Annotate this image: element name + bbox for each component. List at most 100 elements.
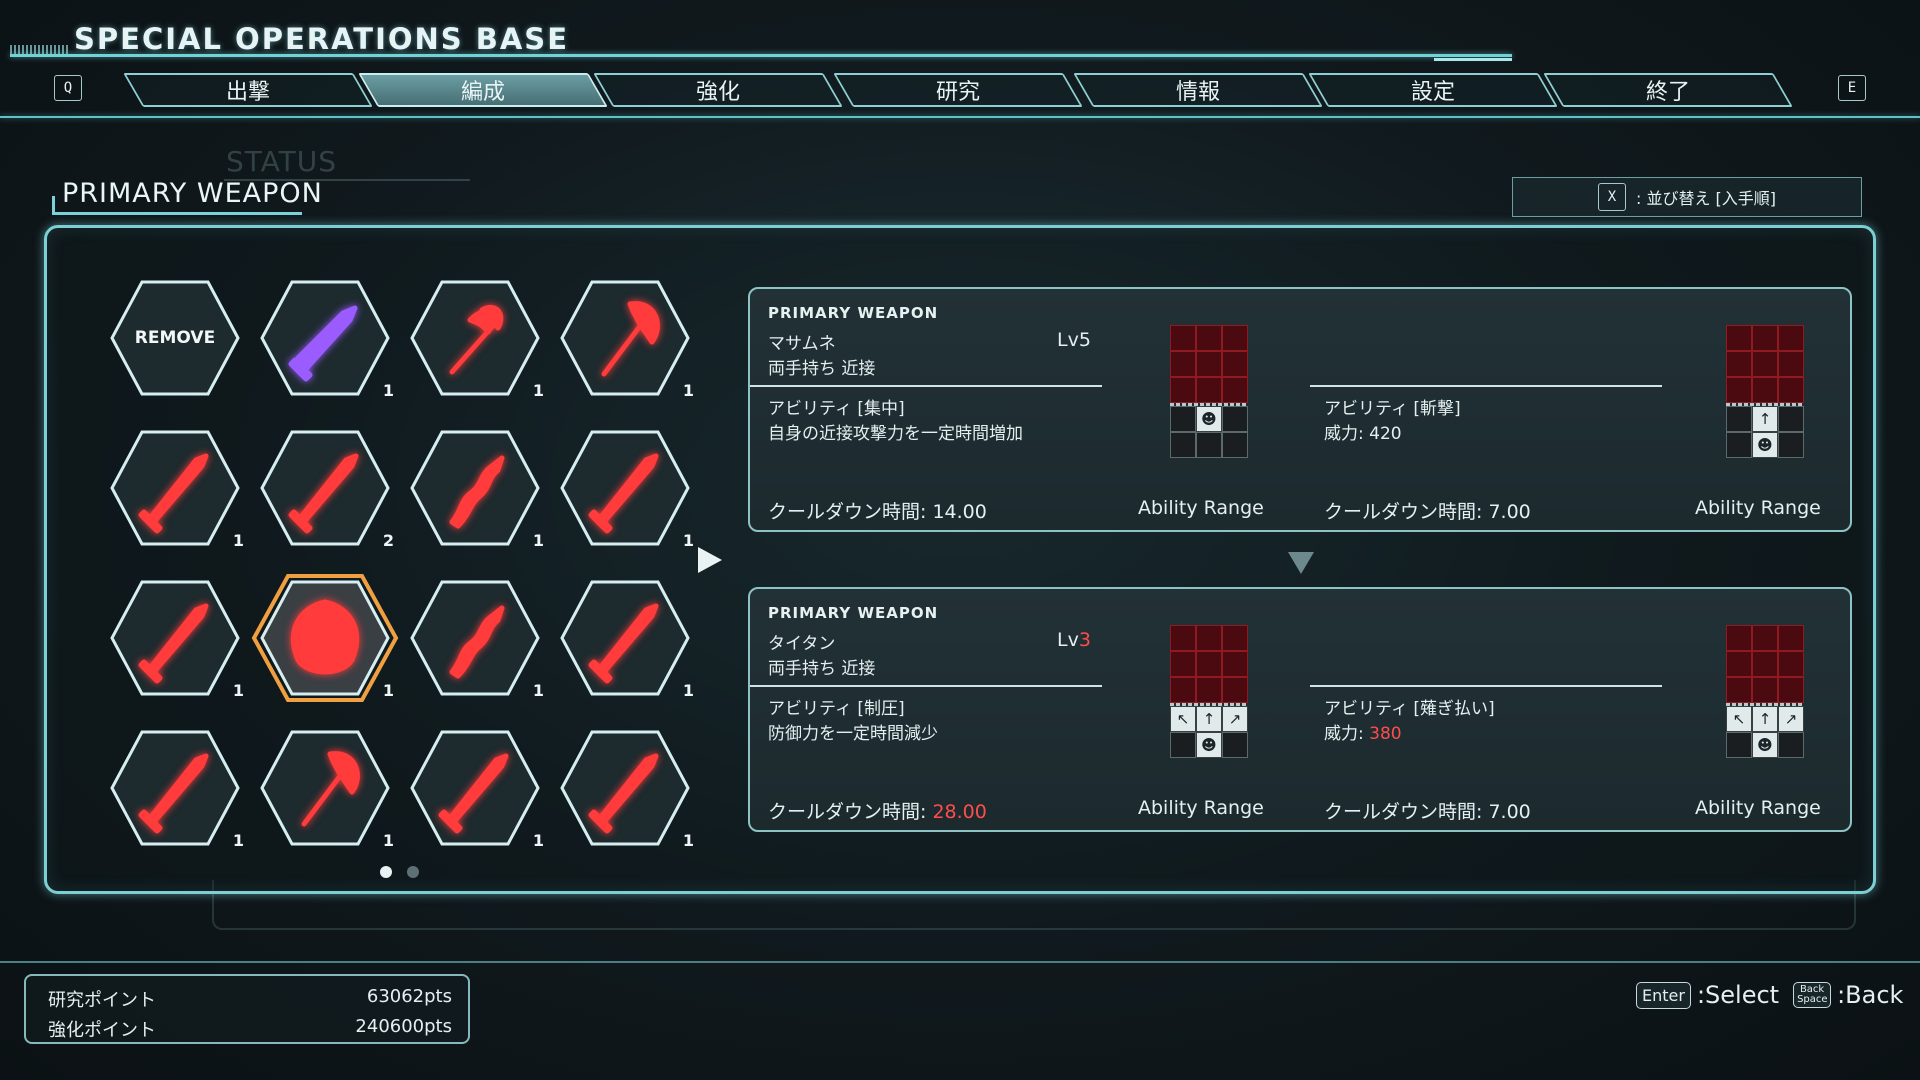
tab-formation[interactable]: 編成 [368, 73, 598, 107]
weapon-count: 1 [232, 531, 244, 550]
weapon-count: 1 [232, 831, 244, 850]
sort-button[interactable]: X : 並び替え [入手順] [1512, 177, 1862, 217]
backspace-key[interactable]: Back Space [1793, 982, 1832, 1008]
card-label: PRIMARY WEAPON [768, 304, 939, 322]
points-value: 240600pts [355, 1016, 452, 1037]
enter-key[interactable]: Enter [1636, 981, 1691, 1009]
ability1-title: アビリティ [制圧] [768, 699, 905, 719]
ability2-power: 威力: 380 [1324, 719, 1402, 744]
power-value: 420 [1369, 424, 1402, 444]
footer-divider [0, 961, 1920, 963]
weapon-slot[interactable]: 1 [410, 580, 544, 700]
level-value: 3 [1078, 629, 1091, 651]
tab-label: 設定 [1410, 80, 1455, 105]
weapon-count: 1 [682, 681, 694, 700]
weapon-count: 2 [382, 531, 394, 550]
weapon-card-selected: PRIMARY WEAPON タイタン Lv3 両手持ち 近接 アビリティ [制… [748, 587, 1852, 832]
nav-divider [0, 116, 1920, 118]
cooldown-label: クールダウン時間: [1324, 501, 1489, 523]
tab-quit[interactable]: 終了 [1553, 73, 1783, 107]
weapon-slot[interactable]: 1 [560, 430, 694, 550]
points-panel: 研究ポイント 63062pts 強化ポイント 240600pts [24, 974, 470, 1044]
weapon-count: 1 [532, 531, 544, 550]
ability1-range-grid: ↖ ↑ ↗ ☻ [1170, 625, 1248, 781]
level-prefix: Lv [1057, 329, 1079, 351]
level-value: 5 [1078, 329, 1091, 351]
weapon-slot[interactable]: 1 [410, 430, 544, 550]
weapon-count: 1 [682, 531, 694, 550]
weapon-slot[interactable]: 1 [260, 280, 394, 400]
sort-label: : 並び替え [入手順] [1635, 189, 1777, 208]
weapon-slot[interactable]: 1 [251, 574, 399, 702]
weapon-slot[interactable]: 1 [110, 430, 244, 550]
tab-sortie[interactable]: 出撃 [133, 73, 363, 107]
ability2-cooldown: クールダウン時間: 7.00 [1324, 497, 1531, 524]
ability2-title: アビリティ [薙ぎ払い] [1324, 699, 1495, 719]
select-hint: :Select [1696, 981, 1780, 1009]
weapon-level: Lv3 [1057, 629, 1091, 651]
ability1-desc: 自身の近接攻撃力を一定時間増加 [768, 424, 1023, 444]
remove-weapon-button[interactable]: REMOVE [110, 280, 240, 396]
weapon-type: 両手持ち 近接 [768, 659, 876, 679]
weapon-type: 両手持ち 近接 [768, 359, 876, 379]
weapon-slot[interactable]: 1 [560, 730, 694, 850]
ability1-range-label: Ability Range [1138, 797, 1264, 819]
tab-label: 研究 [935, 80, 980, 105]
page-dot-active[interactable] [380, 866, 392, 878]
weapon-count: 1 [232, 681, 244, 700]
card-divider [750, 685, 1102, 687]
weapon-count: 1 [532, 381, 544, 400]
ability1-range-grid: ☻ [1170, 325, 1248, 481]
tab-label: 情報 [1175, 80, 1220, 105]
ability2-range-grid: ↖ ↑ ↗ ☻ [1726, 625, 1804, 781]
power-label: 威力: [1324, 724, 1370, 744]
player-icon: ☻ [1196, 732, 1222, 758]
ability1-cooldown: クールダウン時間: 14.00 [768, 497, 987, 524]
tab-label: 終了 [1645, 80, 1690, 105]
card-label: PRIMARY WEAPON [768, 604, 939, 622]
weapon-count: 1 [382, 831, 394, 850]
ability2-range-grid: ↑ ☻ [1726, 325, 1804, 481]
ability2-range-label: Ability Range [1695, 797, 1821, 819]
ability1-title: アビリティ [集中] [768, 399, 905, 419]
weapon-slot[interactable]: 1 [260, 730, 394, 850]
card-divider [1310, 385, 1662, 387]
weapon-name: マサムネ [768, 334, 836, 354]
points-label: 研究ポイント [48, 990, 156, 1011]
weapon-slot[interactable]: 2 [260, 430, 394, 550]
cooldown-label: クールダウン時間: [768, 501, 933, 523]
ability2-range-label: Ability Range [1695, 497, 1821, 519]
ability1-desc: 防御力を一定時間減少 [768, 724, 938, 744]
ability1-cooldown: クールダウン時間: 28.00 [768, 797, 987, 824]
cooldown-value: 28.00 [932, 801, 987, 823]
weapon-slot[interactable]: 1 [410, 280, 544, 400]
tab-settings[interactable]: 設定 [1318, 73, 1548, 107]
weapon-slot[interactable]: 1 [110, 730, 244, 850]
tab-label: 出撃 [225, 80, 270, 105]
page-dot[interactable] [407, 866, 419, 878]
tab-label: 強化 [695, 80, 740, 105]
arrow-up-left-icon: ↖ [1726, 706, 1752, 732]
sort-key: X [1597, 183, 1626, 211]
status-ghost-title: STATUS [226, 145, 338, 178]
weapon-slot[interactable]: 1 [560, 580, 694, 700]
tab-research[interactable]: 研究 [843, 73, 1073, 107]
section-title: PRIMARY WEAPON [62, 178, 323, 209]
weapon-slot[interactable]: 1 [110, 580, 244, 700]
level-prefix: Lv [1057, 629, 1079, 651]
prev-tab-key[interactable]: Q [54, 75, 82, 101]
tab-info[interactable]: 情報 [1083, 73, 1313, 107]
weapon-slot[interactable]: 1 [560, 280, 694, 400]
player-icon: ☻ [1752, 732, 1778, 758]
points-value: 63062pts [366, 986, 452, 1007]
compare-arrow-down-icon [1288, 552, 1314, 574]
next-tab-key[interactable]: E [1838, 75, 1866, 101]
ability1-range-label: Ability Range [1138, 497, 1264, 519]
arrow-up-icon: ↑ [1196, 706, 1222, 732]
weapon-count: 1 [382, 381, 394, 400]
tab-enhance[interactable]: 強化 [603, 73, 833, 107]
arrow-up-icon: ↑ [1752, 706, 1778, 732]
card-divider [1310, 685, 1662, 687]
weapon-level: Lv5 [1057, 329, 1091, 351]
weapon-slot[interactable]: 1 [410, 730, 544, 850]
